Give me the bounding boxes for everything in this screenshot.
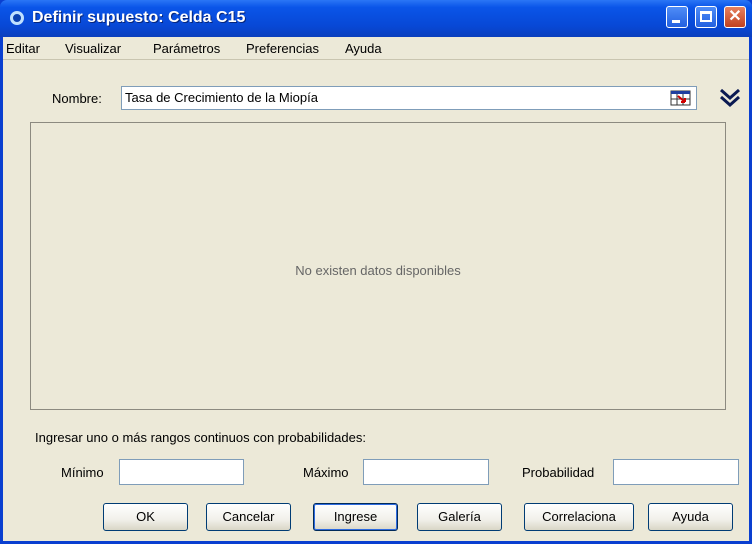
minimum-label: Mínimo [61, 465, 104, 480]
name-field[interactable]: Tasa de Crecimiento de la Miopía [121, 86, 697, 110]
dialog-window: Definir supuesto: Celda C15 ✕ Editar Vis… [0, 0, 752, 544]
minimize-icon [672, 20, 680, 23]
app-icon [10, 11, 24, 25]
correlate-button[interactable]: Correlaciona [524, 503, 634, 531]
maximize-icon [700, 11, 712, 22]
gallery-button[interactable]: Galería [417, 503, 502, 531]
select-cell-button[interactable] [669, 88, 693, 108]
maximize-button[interactable] [695, 6, 717, 28]
menu-visualizar[interactable]: Visualizar [65, 41, 121, 56]
dialog-body: Editar Visualizar Parámetros Preferencia… [3, 37, 749, 541]
menu-ayuda[interactable]: Ayuda [345, 41, 382, 56]
menu-bar: Editar Visualizar Parámetros Preferencia… [3, 37, 749, 60]
menu-preferencias[interactable]: Preferencias [246, 41, 319, 56]
ranges-instruction: Ingresar uno o más rangos continuos con … [35, 430, 366, 445]
minimize-button[interactable] [666, 6, 688, 28]
name-label: Nombre: [52, 91, 102, 106]
help-button[interactable]: Ayuda [648, 503, 733, 531]
cell-reference-icon [670, 90, 691, 106]
title-bar[interactable]: Definir supuesto: Celda C15 ✕ [0, 0, 752, 37]
maximum-input[interactable] [363, 459, 489, 485]
enter-button[interactable]: Ingrese [313, 503, 398, 531]
minimum-input[interactable] [119, 459, 244, 485]
close-button[interactable]: ✕ [724, 6, 746, 28]
probability-label: Probabilidad [522, 465, 595, 480]
menu-parametros[interactable]: Parámetros [153, 41, 220, 56]
menu-editar[interactable]: Editar [6, 41, 40, 56]
distribution-chart-area: No existen datos disponibles [30, 122, 726, 410]
no-data-message: No existen datos disponibles [295, 263, 461, 278]
double-chevron-down-icon [720, 88, 740, 108]
window-title: Definir supuesto: Celda C15 [32, 9, 246, 26]
probability-input[interactable] [613, 459, 739, 485]
expand-button[interactable] [717, 85, 743, 111]
maximum-label: Máximo [303, 465, 349, 480]
name-value: Tasa de Crecimiento de la Miopía [125, 90, 318, 105]
close-icon: ✕ [728, 8, 742, 25]
cancel-button[interactable]: Cancelar [206, 503, 291, 531]
ok-button[interactable]: OK [103, 503, 188, 531]
